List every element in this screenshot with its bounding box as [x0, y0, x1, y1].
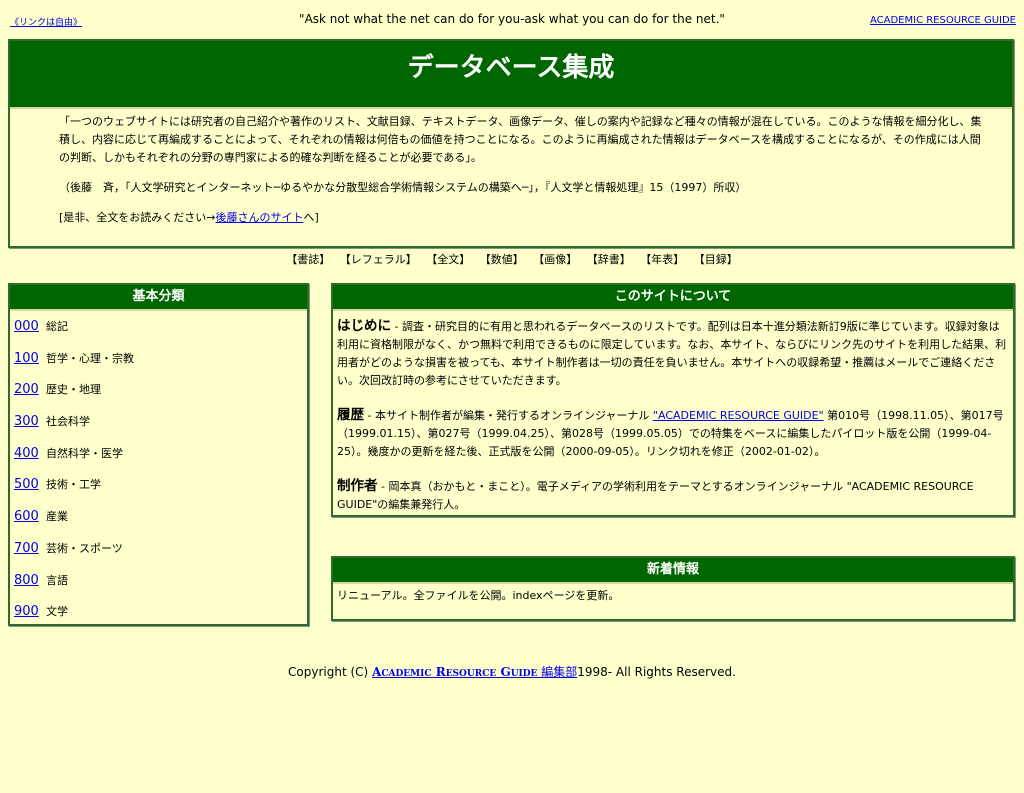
- catnav-dictionary[interactable]: 【辞書】: [587, 253, 631, 266]
- about-panel: このサイトについて はじめに - 調査・研究目的に有用と思われるデータベースのリ…: [331, 283, 1015, 517]
- list-item: 800 言語: [14, 569, 307, 601]
- arg-editorial-link[interactable]: ACADEMIC RESOURCE GUIDE 編集部: [372, 665, 577, 679]
- hero-citation: （後藤 斉，「人文学研究とインターネット─ゆるやかな分散型総合学術情報システムの…: [59, 181, 747, 194]
- copyright-suffix: 1998- All Rights Reserved.: [577, 665, 736, 679]
- author-text: - 岡本真（おかもと・まこと）。電子メディアの学術利用をテーマとするオンラインジ…: [337, 480, 974, 511]
- class-900-link[interactable]: 900: [14, 600, 46, 624]
- class-label: 哲学・心理・宗教: [46, 351, 134, 365]
- class-label: 文学: [46, 605, 68, 619]
- classification-panel: 基本分類 000 総記 100 哲学・心理・宗教 200 歴史・地理 300 社会科学 …: [8, 283, 309, 626]
- class-000-link[interactable]: 000: [14, 315, 46, 339]
- list-item: 900 文学: [14, 600, 307, 632]
- sc-letter: R: [435, 665, 446, 679]
- category-nav: 【書誌】 【レフェラル】 【全文】 【数値】 【画像】 【辞書】 【年表】 【目…: [0, 251, 1024, 267]
- copyright-footer: Copyright (C) ACADEMIC RESOURCE GUIDE 編集…: [0, 663, 1024, 680]
- sc-rest: ESOURCE: [445, 669, 497, 679]
- arg-home-link[interactable]: ACADEMIC RESOURCE GUIDE: [870, 15, 1016, 26]
- class-200-link[interactable]: 200: [14, 378, 46, 402]
- catnav-shoshi[interactable]: 【書誌】: [286, 253, 330, 266]
- class-700-link[interactable]: 700: [14, 537, 46, 561]
- class-800-link[interactable]: 800: [14, 569, 46, 593]
- catnav-image[interactable]: 【画像】: [533, 253, 577, 266]
- catnav-chronology[interactable]: 【年表】: [640, 253, 684, 266]
- list-item: 600 産業: [14, 505, 307, 537]
- catnav-catalog[interactable]: 【目録】: [694, 253, 738, 266]
- about-history: 履歴 - 本サイト制作者が編集・発行するオンラインジャーナル "ACADEMIC…: [337, 406, 1009, 461]
- about-body: はじめに - 調査・研究目的に有用と思われるデータベースのリストです。配列は日本…: [333, 311, 1013, 514]
- intro-heading: はじめに: [337, 318, 391, 334]
- page-title: データベース集成: [10, 41, 1012, 109]
- class-label: 自然科学・医学: [46, 446, 123, 460]
- hero-panel: データベース集成 「一つのウェブサイトには研究者の自己紹介や著作のリスト、文献目…: [8, 39, 1014, 248]
- list-item: 300 社会科学: [14, 410, 307, 442]
- catnav-referral[interactable]: 【レフェラル】: [340, 253, 417, 266]
- about-author: 制作者 - 岡本真（おかもと・まこと）。電子メディアの学術利用をテーマとするオン…: [337, 477, 1009, 514]
- class-500-link[interactable]: 500: [14, 473, 46, 497]
- classification-title: 基本分類: [10, 285, 307, 311]
- class-600-link[interactable]: 600: [14, 505, 46, 529]
- intro-text: - 調査・研究目的に有用と思われるデータベースのリストです。配列は日本十進分類法…: [337, 320, 1007, 387]
- top-bar: 《リンクは自由》 "Ask not what the net can do fo…: [0, 12, 1024, 32]
- news-panel: 新着情報 リニューアル。全ファイルを公開。indexページを更新。: [331, 556, 1015, 621]
- history-heading: 履歴: [337, 407, 364, 423]
- class-label: 言語: [46, 573, 68, 587]
- class-label: 技術・工学: [46, 478, 101, 492]
- class-label: 総記: [46, 320, 68, 333]
- class-400-link[interactable]: 400: [14, 442, 46, 466]
- read-prefix: [是非、全文をお読みください→: [59, 211, 216, 224]
- news-title: 新着情報: [333, 558, 1013, 584]
- list-item: 000 総記: [14, 315, 307, 347]
- hero-quote-paragraph: 「一つのウェブサイトには研究者の自己紹介や著作のリスト、文献目録、テキストデータ…: [59, 115, 982, 164]
- author-heading: 制作者: [337, 478, 378, 494]
- about-title: このサイトについて: [333, 285, 1013, 311]
- sc-letter: G: [500, 665, 511, 679]
- list-item: 400 自然科学・医学: [14, 442, 307, 474]
- sc-letter: A: [372, 665, 382, 679]
- classification-list: 000 総記 100 哲学・心理・宗教 200 歴史・地理 300 社会科学 400 自然…: [10, 311, 307, 632]
- catnav-numeric[interactable]: 【数値】: [480, 253, 524, 266]
- copyright-prefix: Copyright (C): [288, 665, 373, 679]
- news-text: リニューアル。全ファイルを公開。indexページを更新。: [337, 589, 620, 602]
- list-item: 700 芸術・スポーツ: [14, 537, 307, 569]
- class-label: 歴史・地理: [46, 383, 101, 397]
- sc-rest: UIDE: [510, 669, 538, 679]
- sc-rest: CADEMIC: [381, 669, 432, 679]
- list-item: 100 哲学・心理・宗教: [14, 347, 307, 379]
- class-100-link[interactable]: 100: [14, 347, 46, 371]
- class-300-link[interactable]: 300: [14, 410, 46, 434]
- hero-read-more: [是非、全文をお読みください→後藤さんのサイトへ]: [59, 209, 989, 227]
- about-intro: はじめに - 調査・研究目的に有用と思われるデータベースのリストです。配列は日本…: [337, 317, 1009, 390]
- class-label: 社会科学: [46, 415, 90, 429]
- catnav-fulltext[interactable]: 【全文】: [426, 253, 470, 266]
- hero-body: 「一つのウェブサイトには研究者の自己紹介や著作のリスト、文献目録、テキストデータ…: [10, 109, 1012, 227]
- history-pre: - 本サイト制作者が編集・発行するオンラインジャーナル: [364, 409, 653, 422]
- goto-site-link[interactable]: 後藤さんのサイト: [216, 211, 304, 224]
- list-item: 500 技術・工学: [14, 473, 307, 505]
- sc-tail: 編集部: [537, 665, 578, 679]
- read-suffix: へ]: [303, 211, 319, 224]
- class-label: 産業: [46, 510, 68, 524]
- list-item: 200 歴史・地理: [14, 378, 307, 410]
- class-label: 芸術・スポーツ: [46, 541, 123, 555]
- arg-journal-link[interactable]: "ACADEMIC RESOURCE GUIDE": [653, 409, 824, 422]
